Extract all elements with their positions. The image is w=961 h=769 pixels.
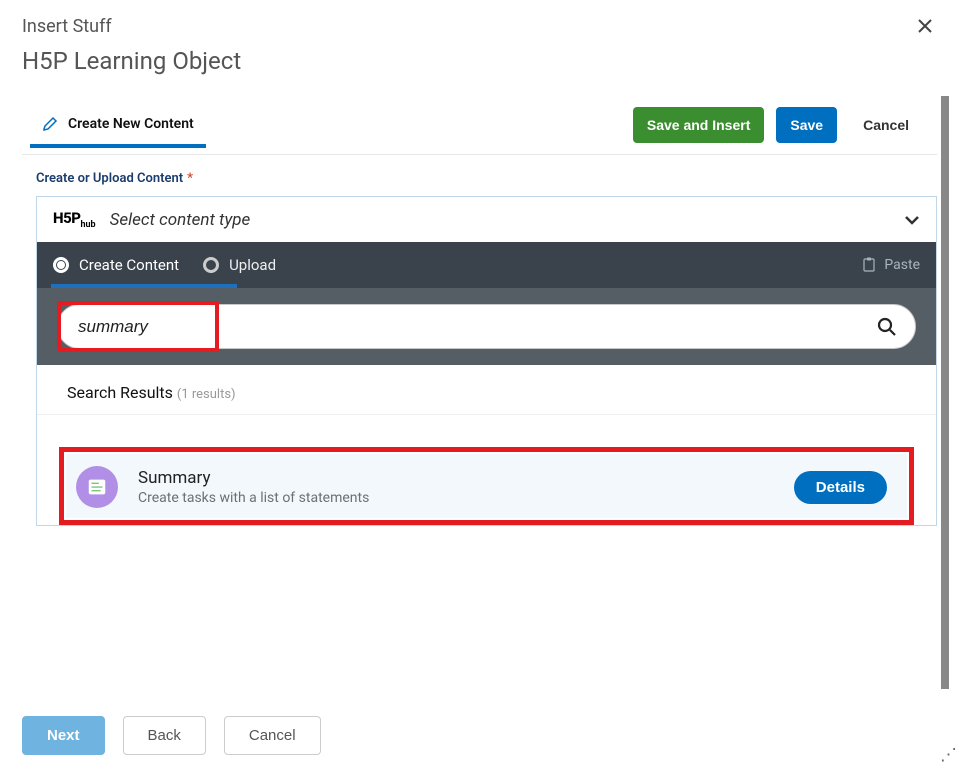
field-label: Create or Upload Content* [36, 171, 935, 186]
paste-button[interactable]: Paste [862, 257, 920, 273]
content-type-select[interactable]: H5Phub Select content type [37, 197, 936, 242]
h5p-mode-bar: Create Content Upload Paste [37, 242, 936, 288]
back-button[interactable]: Back [123, 716, 206, 755]
result-title: Summary [138, 468, 369, 488]
tab-create-content[interactable]: Create Content [53, 246, 179, 284]
scrollbar[interactable] [941, 96, 949, 689]
search-results-header: Search Results (1 results) [37, 365, 936, 415]
save-and-insert-button[interactable]: Save and Insert [633, 107, 765, 143]
resize-handle[interactable]: ⋰ [940, 745, 957, 765]
summary-icon [76, 466, 118, 508]
radio-selected-icon [53, 257, 69, 273]
close-icon[interactable] [911, 16, 939, 36]
search-icon[interactable] [877, 317, 897, 337]
search-input[interactable] [78, 317, 865, 337]
paste-label: Paste [884, 257, 920, 273]
tab-upload-label: Upload [229, 256, 276, 274]
cancel-button[interactable]: Cancel [849, 107, 923, 143]
clipboard-icon [862, 257, 876, 273]
page-title: H5P Learning Object [22, 47, 241, 75]
h5p-hub-panel: H5Phub Select content type Create Conten… [36, 196, 937, 526]
content-panel: Create New Content Save and Insert Save … [22, 96, 949, 689]
footer-actions: Next Back Cancel [22, 716, 321, 755]
page-supertitle: Insert Stuff [22, 16, 241, 37]
save-button[interactable]: Save [776, 107, 837, 143]
h5p-logo: H5Phub [53, 209, 96, 230]
chevron-down-icon [904, 215, 920, 225]
results-count: (1 results) [177, 387, 236, 402]
tab-create-new-content[interactable]: Create New Content [36, 106, 200, 144]
tab-create-content-label: Create Content [79, 256, 179, 274]
radio-unselected-icon [203, 257, 219, 273]
result-item[interactable]: Summary Create tasks with a list of stat… [66, 454, 907, 518]
annotation-highlight: Summary Create tasks with a list of stat… [59, 447, 914, 525]
editor-toolbar: Create New Content Save and Insert Save … [22, 96, 937, 155]
details-button[interactable]: Details [794, 471, 887, 504]
result-description: Create tasks with a list of statements [138, 490, 369, 506]
tab-label: Create New Content [68, 116, 194, 132]
next-button[interactable]: Next [22, 716, 105, 755]
pencil-icon [42, 116, 58, 132]
tab-upload[interactable]: Upload [203, 246, 276, 284]
search-region [37, 288, 936, 365]
footer-cancel-button[interactable]: Cancel [224, 716, 321, 755]
content-type-select-label: Select content type [110, 210, 251, 230]
